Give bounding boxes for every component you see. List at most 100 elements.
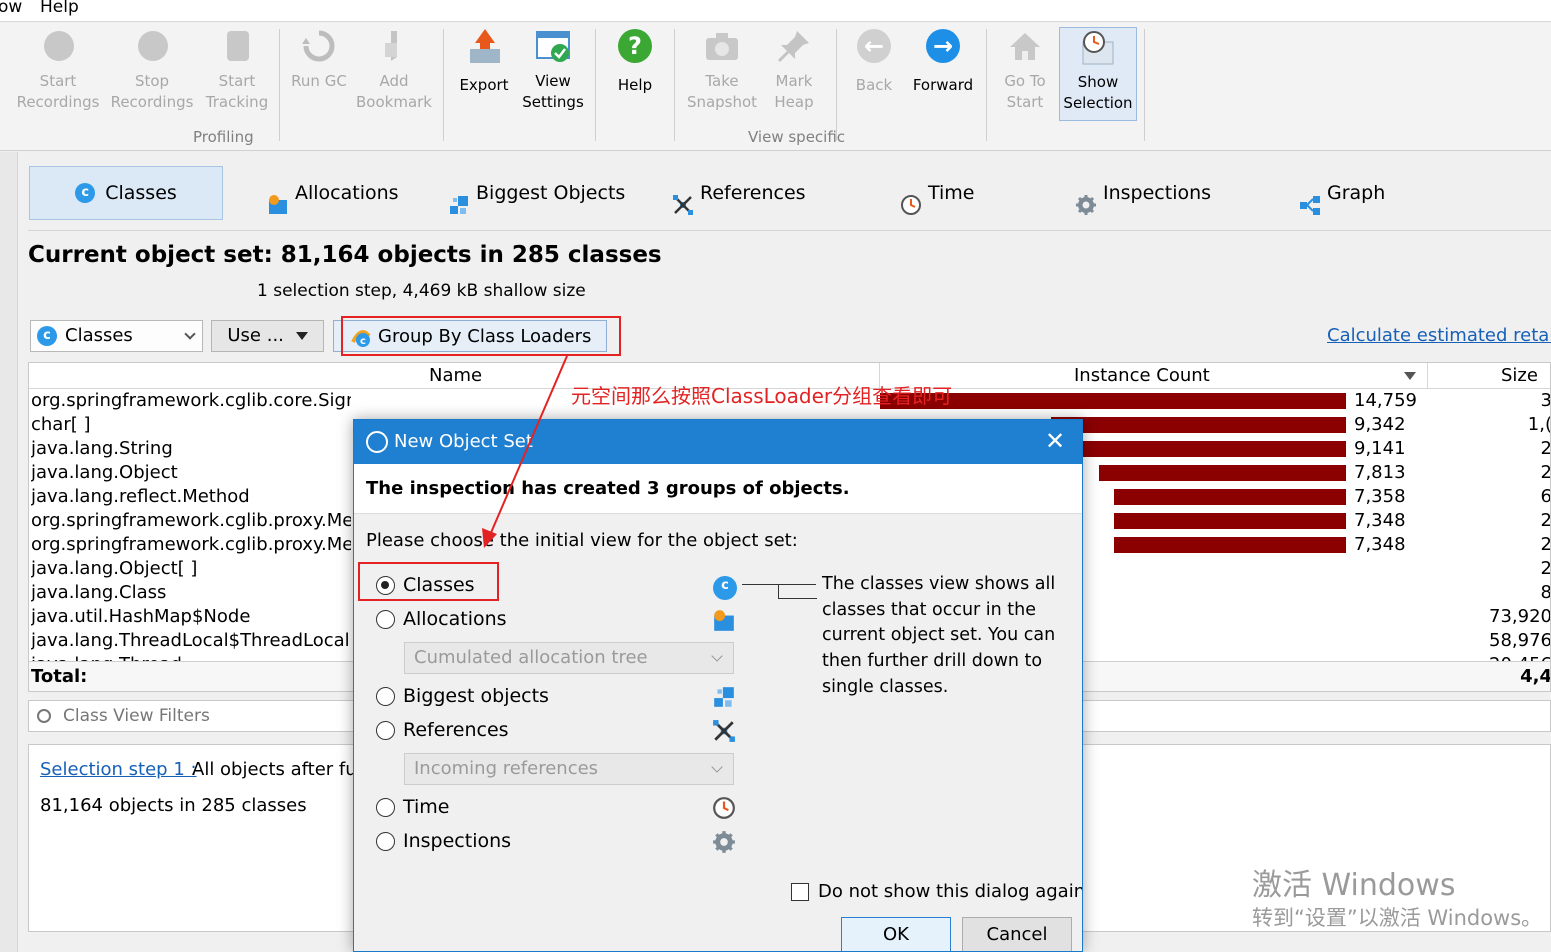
tab-biggest-objects[interactable]: Biggest Objects [448,166,625,220]
class-name-cell: java.util.HashMap$Node [31,606,251,627]
toolbar-separator [674,29,675,141]
radio-indicator [376,797,395,817]
incoming-references-combo[interactable]: Incoming references [404,753,734,785]
graph-icon [1299,183,1320,215]
calculate-retained-link[interactable]: Calculate estimated retain [1327,325,1551,346]
total-label: Total: [31,666,88,687]
help-button[interactable]: ? Help [603,27,667,117]
tab-allocations[interactable]: Allocations [267,166,399,220]
tab-graph[interactable]: Graph [1299,166,1385,220]
export-button[interactable]: Export [452,27,516,117]
sort-descending-icon [1404,372,1416,380]
class-name-cell: java.lang.reflect.Method [31,486,250,507]
stop-recordings-icon [133,27,171,65]
go-to-start-button[interactable]: Go To Start [996,27,1054,117]
current-object-set-title: Current object set: 81,164 objects in 28… [28,242,662,268]
ok-button[interactable]: OK [841,917,951,951]
forward-button[interactable]: → Forward [908,27,978,117]
radio-indicator [376,686,395,706]
group-label-profiling: Profiling [193,128,254,146]
size-cell: 3 [1540,390,1551,411]
run-gc-button[interactable]: Run GC [288,27,350,117]
size-cell: 58,976 [1489,630,1551,651]
toolbar-separator [279,29,280,141]
instance-count-bar [1114,513,1346,529]
biggest-objects-icon [448,183,468,214]
size-cell: 73,920 [1489,606,1551,627]
radio-time[interactable]: Time [376,796,450,818]
class-name-cell: char[ ] [31,414,91,435]
allocation-tree-combo[interactable]: Cumulated allocation tree [404,642,734,674]
view-settings-button[interactable]: View Settings [518,27,588,117]
start-tracking-button[interactable]: Start Tracking [202,27,272,117]
new-object-set-dialog: New Object Set ✕ The inspection has crea… [353,419,1083,952]
class-name-cell: java.lang.Class [31,582,167,603]
selection-step-link[interactable]: Selection step 1 : [40,759,197,780]
menu-item-window[interactable]: ow [0,0,22,17]
references-icon [672,183,693,215]
annotation-text: 元空间那么按照ClassLoader分组查看即可 [571,384,953,408]
toolbar-separator [1144,29,1145,141]
radio-allocations[interactable]: Allocations [376,608,507,630]
toolbar-separator [986,29,987,141]
instance-count-cell: 14,759 [1354,390,1417,411]
column-header-instance-count[interactable]: Instance Count [1074,365,1210,386]
menu-bar: ow Help [0,0,1551,22]
forward-arrow-icon: → [924,27,962,65]
radio-inspections[interactable]: Inspections [376,830,511,852]
view-description: The classes view shows all classes that … [822,574,1056,697]
view-combo[interactable]: c Classes [30,320,203,352]
tab-references[interactable]: References [672,166,806,220]
dialog-app-icon [366,431,388,453]
dont-show-again-checkbox[interactable]: Do not show this dialog again [791,881,1082,902]
instance-count-cell: 9,141 [1354,438,1406,459]
radio-references[interactable]: References [376,719,509,741]
dialog-header: The inspection has created 3 groups of o… [354,464,1082,514]
use-button[interactable]: Use ... [211,320,324,352]
size-cell: 8 [1540,582,1551,603]
toolbar-separator [443,29,444,141]
inspections-icon [712,830,736,854]
chevron-down-icon [711,650,723,662]
time-icon [900,183,921,215]
mark-heap-button[interactable]: Mark Heap [766,27,822,117]
radio-biggest-objects[interactable]: Biggest objects [376,685,549,707]
column-header-size[interactable]: Size [1501,365,1538,386]
tab-time[interactable]: Time [900,166,975,220]
add-bookmark-button[interactable]: Add Bookmark [355,27,433,117]
group-label-view-specific: View specific [748,128,846,146]
instance-count-cell: 7,348 [1354,510,1406,531]
column-header-name[interactable]: Name [429,365,482,386]
tab-classes[interactable]: c Classes [29,166,223,220]
left-edge-strip [0,152,18,952]
instance-count-bar [1057,441,1346,457]
view-settings-icon [534,27,572,65]
class-name-cell: java.lang.String [31,438,173,459]
tab-inspections[interactable]: Inspections [1075,166,1211,220]
home-icon [1006,27,1044,65]
classes-icon: c [713,576,737,600]
take-snapshot-button[interactable]: Take Snapshot [684,27,760,117]
show-selection-button[interactable]: Show Selection [1059,27,1137,121]
time-icon [712,796,736,820]
toolbar: Start Recordings Stop Recordings Start T… [0,23,1551,151]
current-object-set-subtitle: 1 selection step, 4,469 kB shallow size [257,281,586,301]
activation-watermark-title: 激活 Windows [1252,868,1456,903]
back-arrow-icon: ← [855,27,893,65]
close-icon[interactable]: ✕ [1042,428,1068,454]
dialog-title-bar: New Object Set [354,420,1082,464]
stop-recordings-button[interactable]: Stop Recordings [108,27,196,117]
cancel-button[interactable]: Cancel [962,917,1072,951]
class-name-cell: java.lang.Object[ ] [31,558,198,579]
show-selection-icon [1079,28,1117,66]
chevron-down-icon [184,328,196,340]
back-button[interactable]: ← Back [846,27,902,117]
toolbar-separator [836,29,837,141]
radio-indicator [376,720,395,740]
camera-icon [703,27,741,65]
menu-item-help[interactable]: Help [40,0,79,17]
highlight-box-group-button [341,316,621,356]
start-recordings-button[interactable]: Start Recordings [14,27,102,117]
search-icon [37,709,51,723]
start-recordings-icon [39,27,77,65]
